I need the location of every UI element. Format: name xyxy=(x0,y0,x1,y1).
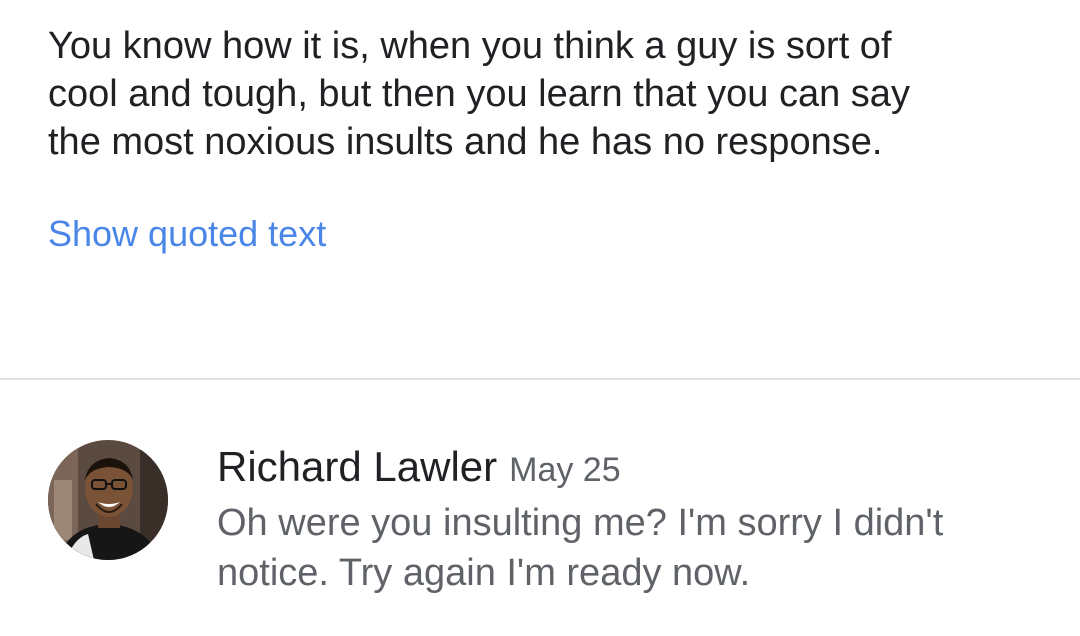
reply-message-item[interactable]: Richard Lawler May 25 Oh were you insulti… xyxy=(0,380,1080,636)
message-line: the most noxious insults and he has no r… xyxy=(48,121,883,163)
avatar[interactable] xyxy=(48,440,168,560)
message-line: cool and tough, but then you learn that … xyxy=(48,73,910,115)
message-snippet: Oh were you insulting me? I'm sorry I di… xyxy=(217,498,1057,598)
sender-name: Richard Lawler xyxy=(217,443,498,490)
message-line: You know how it is, when you think a guy… xyxy=(48,25,892,67)
show-quoted-text-link[interactable]: Show quoted text xyxy=(48,212,326,256)
snippet-line: Oh were you insulting me? I'm sorry I di… xyxy=(217,502,944,544)
sender-row: Richard Lawler May 25 xyxy=(217,442,621,495)
message-date: May 25 xyxy=(509,451,621,489)
message-body: You know how it is, when you think a guy… xyxy=(48,22,1048,166)
avatar-image xyxy=(48,440,168,560)
snippet-line: notice. Try again I'm ready now. xyxy=(217,552,751,594)
